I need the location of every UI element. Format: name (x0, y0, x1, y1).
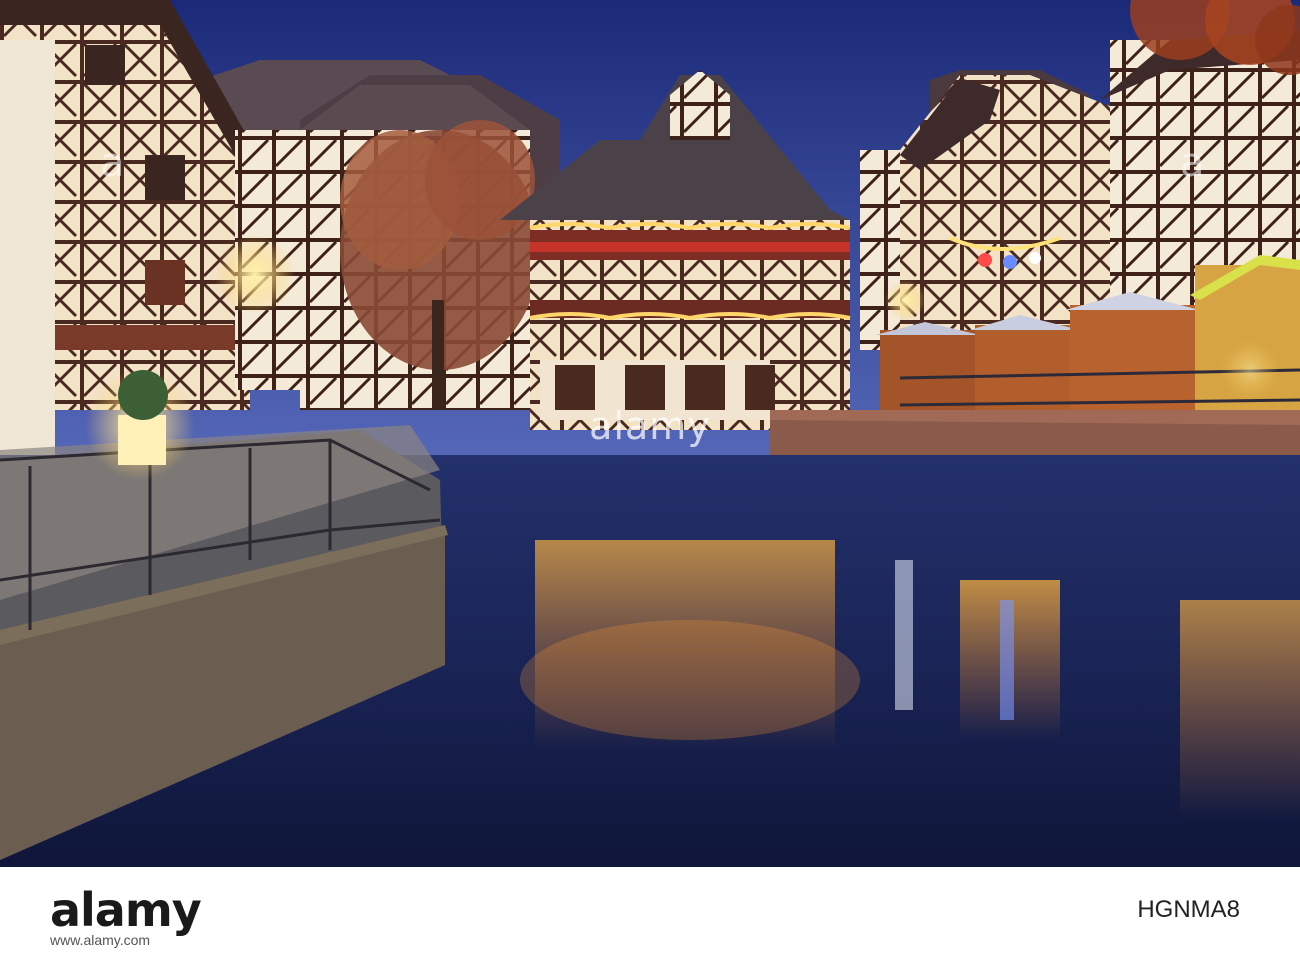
image-id: HGNMA8 (1137, 896, 1240, 923)
photo: alamy a a (0, 0, 1300, 867)
watermark-left: a (100, 140, 125, 186)
watermark-right: a (1180, 140, 1205, 186)
footer-logo: alamy (50, 883, 202, 937)
footer-url: www.alamy.com (50, 932, 151, 948)
watermark-center: alamy (589, 404, 711, 448)
